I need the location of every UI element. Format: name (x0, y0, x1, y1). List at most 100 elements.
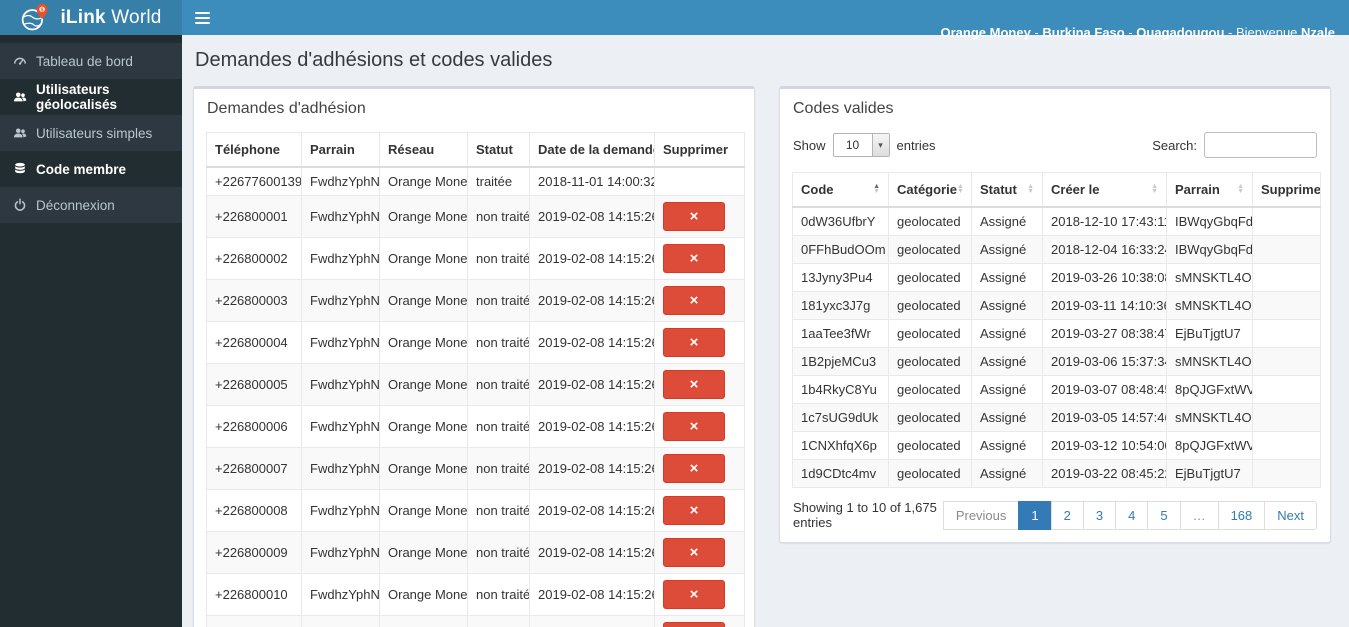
reseau-cell: Orange Money (379, 363, 468, 406)
date-cell: 2019-03-22 08:45:22 (1042, 459, 1167, 488)
pagination-button[interactable]: 168 (1217, 500, 1266, 530)
delete-button[interactable]: × (663, 202, 725, 231)
statut-cell: non traitée (467, 489, 530, 532)
statut-cell: Assigné (971, 319, 1043, 348)
phone-cell: +226800005 (206, 363, 302, 406)
parrain-cell: EjBuTjgtU7 (1166, 459, 1253, 488)
delete-button[interactable]: × (663, 538, 725, 567)
parrain-cell: FwdhzYphN9 (301, 447, 380, 490)
supprimer-cell: × (654, 489, 745, 532)
pagination-button[interactable]: Next (1264, 500, 1317, 530)
pagination-button[interactable]: Previous (942, 500, 1020, 530)
date-cell: 2018-12-10 17:43:11 (1042, 206, 1167, 236)
supprimer-cell (1252, 375, 1321, 404)
parrain-cell: sMNSKTL4OR (1166, 347, 1253, 376)
date-cell: 2019-03-11 14:10:36 (1042, 291, 1167, 320)
phone-cell: +22677600139 (206, 166, 302, 196)
parrain-cell: sMNSKTL4OR (1166, 263, 1253, 292)
pagination-button[interactable]: 3 (1082, 500, 1117, 530)
column-header-statut[interactable]: Statut ▲ ▼ (971, 172, 1043, 208)
table-row: +226800006 FwdhzYphN9 Orange Money non t… (206, 405, 745, 448)
statut-cell: Assigné (971, 403, 1043, 432)
column-header-code[interactable]: Code ▲ ▼ (792, 172, 889, 208)
globe-pin-icon: $ (22, 3, 48, 30)
sidebar-item-code-membre[interactable]: Code membre (0, 151, 182, 187)
reseau-cell: Orange Money (379, 489, 468, 532)
statut-cell: traitée (467, 166, 530, 196)
delete-button[interactable]: × (663, 412, 725, 441)
parrain-cell: FwdhzYphN9 (301, 195, 380, 238)
date-cell: 2019-02-08 14:15:26 (529, 237, 655, 280)
date-cell: 2019-03-27 08:38:47 (1042, 319, 1167, 348)
brand-logo-area[interactable]: $ iLink World (0, 0, 182, 35)
parrain-cell: 8pQJGFxtWV (1166, 431, 1253, 460)
chevron-down-icon: ▾ (871, 134, 889, 156)
categorie-cell: geolocated (888, 235, 972, 264)
codes-panel-title: Codes valides (793, 100, 894, 117)
column-header-parrain[interactable]: Parrain ▲ ▼ (1166, 172, 1253, 208)
svg-text:$: $ (41, 7, 44, 13)
phone-cell: +226800009 (206, 531, 302, 574)
date-cell: 2019-02-08 14:15:26 (529, 195, 655, 238)
hamburger-menu-button[interactable] (182, 0, 222, 35)
delete-button[interactable]: × (663, 622, 725, 627)
column-header-creer-le[interactable]: Créer le ▲ ▼ (1042, 172, 1167, 208)
statut-cell: Assigné (971, 206, 1043, 236)
delete-button[interactable]: × (663, 454, 725, 483)
parrain-cell: FwdhzYphN9 (301, 166, 380, 196)
sidebar-item-deconnexion[interactable]: Déconnexion (0, 187, 182, 223)
demandes-panel: Demandes d'adhésion Téléphone Parrain Ré… (193, 86, 755, 627)
codes-panel: Codes valides Show 10 ▾ entries Search: (779, 86, 1331, 543)
delete-button[interactable]: × (663, 286, 725, 315)
date-cell: 2019-02-08 14:15:26 (529, 531, 655, 574)
date-cell: 2019-02-08 14:15:26 (529, 573, 655, 616)
code-cell: 1aaTee3fWr (792, 319, 889, 348)
entries-info: Showing 1 to 10 of 1,675 entries (793, 500, 937, 530)
supprimer-cell: × (654, 363, 745, 406)
statut-cell: Assigné (971, 431, 1043, 460)
pagination-button[interactable]: 1 (1018, 500, 1052, 530)
page-size-select[interactable]: 10 ▾ (832, 133, 890, 157)
supprimer-cell (1252, 206, 1321, 236)
parrain-cell: sMNSKTL4OR (1166, 403, 1253, 432)
reseau-cell: Orange Money (379, 447, 468, 490)
delete-button[interactable]: × (663, 580, 725, 609)
pagination-button[interactable]: … (1179, 500, 1219, 530)
table-row: 1d9CDtc4mv geolocated Assigné 2019-03-22… (792, 459, 1321, 488)
table-row: +226800009 FwdhzYphN9 Orange Money non t… (206, 531, 745, 574)
dashboard-icon (14, 57, 26, 65)
table-row: 1CNXhfqX6p geolocated Assigné 2019-03-12… (792, 431, 1321, 460)
search-input[interactable] (1204, 132, 1317, 158)
pagination-button[interactable]: 2 (1050, 500, 1084, 530)
date-cell: 2019-03-12 10:54:00 (1042, 431, 1167, 460)
demandes-table: Téléphone Parrain Réseau Statut Date de … (206, 132, 745, 627)
column-header-categorie[interactable]: Catégorie ▲ ▼ (888, 172, 972, 208)
parrain-cell: FwdhzYphN9 (301, 573, 380, 616)
table-row: +226800330 FwdhzYphN9 Orange Money non t… (206, 615, 745, 627)
delete-button[interactable]: × (663, 244, 725, 273)
categorie-cell: geolocated (888, 347, 972, 376)
delete-button[interactable]: × (663, 370, 725, 399)
parrain-cell: sMNSKTL4OR (1166, 291, 1253, 320)
table-row: 1c7sUG9dUk geolocated Assigné 2019-03-05… (792, 403, 1321, 432)
column-header-supprimer[interactable]: Supprimer▲▼ (1252, 172, 1321, 208)
sidebar-item-utilisateurs-geolocalises[interactable]: Utilisateurs géolocalisés (0, 79, 182, 115)
delete-button[interactable]: × (663, 496, 725, 525)
pagination-button[interactable]: 5 (1147, 500, 1181, 530)
phone-cell: +226800002 (206, 237, 302, 280)
sidebar-item-utilisateurs-simples[interactable]: Utilisateurs simples (0, 115, 182, 151)
table-row: 0dW36UfbrY geolocated Assigné 2018-12-10… (792, 206, 1321, 236)
statut-cell: non traitée (467, 195, 530, 238)
database-icon (15, 162, 25, 174)
statut-cell: non traitée (467, 363, 530, 406)
table-row: +226800003 FwdhzYphN9 Orange Money non t… (206, 279, 745, 322)
sidebar-item-dashboard[interactable]: Tableau de bord (0, 43, 182, 79)
table-row: +226800002 FwdhzYphN9 Orange Money non t… (206, 237, 745, 280)
x-icon: × (689, 376, 699, 393)
date-cell: 2019-02-08 14:15:26 (529, 321, 655, 364)
code-cell: 1d9CDtc4mv (792, 459, 889, 488)
delete-button[interactable]: × (663, 328, 725, 357)
statut-cell: Assigné (971, 459, 1043, 488)
phone-cell: +226800008 (206, 489, 302, 532)
pagination-button[interactable]: 4 (1115, 500, 1149, 530)
